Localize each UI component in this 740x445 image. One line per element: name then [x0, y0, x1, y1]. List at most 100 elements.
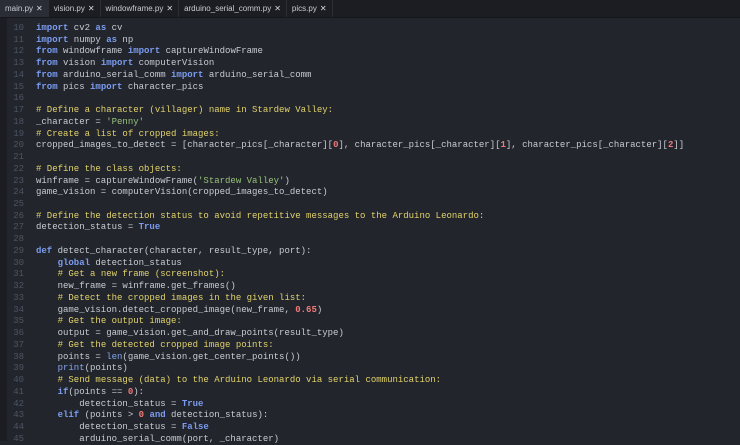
code-line: 15 from pics import character_pics — [0, 82, 740, 94]
code-token: global — [57, 257, 91, 268]
tab-windowframe-py[interactable]: windowframe.py ✕ — [101, 0, 180, 17]
line-number: 20 — [13, 140, 24, 151]
close-icon[interactable]: ✕ — [274, 4, 281, 13]
code-token: # Detect the cropped images in the given… — [57, 292, 307, 303]
code-line: 19 # Create a list of cropped images: — [0, 129, 740, 141]
close-icon[interactable]: ✕ — [166, 4, 173, 13]
line-number: 19 — [13, 128, 24, 139]
code-text: cropped_images_to_detect = [character_pi… — [24, 140, 684, 152]
code-token: detection_status — [90, 257, 182, 268]
code-token: 'Penny' — [106, 116, 145, 127]
code-token: True — [181, 398, 204, 409]
line-number: 17 — [13, 105, 24, 116]
code-token: 'Stardew Valley' — [198, 175, 285, 186]
code-token: ) — [316, 304, 323, 315]
tab-pics-py[interactable]: pics.py ✕ — [287, 0, 333, 17]
code-token: elif — [57, 410, 80, 421]
code-token: winframe = captureWindowFrame( — [36, 175, 199, 186]
line-number: 16 — [13, 93, 24, 104]
code-token: True — [138, 222, 161, 233]
line-number: 43 — [13, 410, 24, 421]
code-token: windowframe — [57, 46, 128, 57]
code-text: # Define the detection status to avoid r… — [24, 211, 484, 223]
code-line: 14 from arduino_serial_comm import arduin… — [0, 70, 740, 82]
line-number: 29 — [13, 245, 24, 256]
code-text: import cv2 as cv — [24, 23, 122, 35]
tab-label: arduino_serial_comm.py — [184, 4, 272, 13]
code-text: # Define a character (villager) name in … — [24, 105, 333, 117]
code-text: from pics import character_pics — [24, 82, 203, 94]
code-token: arduino_serial_comm — [203, 69, 312, 80]
tab-label: main.py — [5, 4, 34, 13]
code-token: and — [149, 410, 166, 421]
code-token: print — [57, 363, 85, 374]
code-text: elif (points > 0 and detection_status): — [24, 410, 269, 422]
tab-vision-py[interactable]: vision.py ✕ — [49, 0, 101, 17]
code-line: 40 # Send message (data) to the Arduino … — [0, 375, 740, 387]
code-text: game_vision.detect_cropped_image(new_fra… — [24, 304, 323, 317]
code-line: 13 from vision import computerVision — [0, 58, 740, 70]
code-token: from — [36, 81, 58, 92]
code-line: 30 global detection_status — [0, 258, 740, 270]
line-number: 15 — [13, 81, 24, 92]
code-token: np — [117, 34, 134, 45]
line-number: 24 — [13, 187, 24, 198]
line-number: 30 — [13, 257, 24, 268]
line-number: 14 — [13, 69, 24, 80]
code-token: game_vision = computerVision(cropped_ima… — [36, 187, 328, 198]
code-text: # Define the class objects: — [24, 164, 182, 176]
line-number: 27 — [13, 222, 24, 233]
line-number: 32 — [13, 281, 24, 292]
code-line: 25 — [0, 199, 740, 211]
code-text: detection_status = False — [24, 422, 209, 434]
code-line: 23 winframe = captureWindowFrame('Stardew… — [0, 176, 740, 188]
code-token: (points > — [79, 410, 139, 421]
close-icon[interactable]: ✕ — [88, 4, 95, 13]
code-token: len — [106, 351, 123, 362]
code-token: new_frame = winframe.get_frames() — [36, 281, 236, 292]
code-token: cv — [106, 23, 123, 33]
editor-tab-bar: main.py ✕ vision.py ✕ windowframe.py ✕ arduino… — [0, 0, 740, 18]
code-text: # Send message (data) to the Arduino Leo… — [24, 375, 441, 387]
code-text: new_frame = winframe.get_frames() — [24, 281, 236, 293]
code-token: detect_character(character, result_type,… — [52, 245, 312, 256]
line-number: 23 — [13, 175, 24, 186]
code-token: game_vision.detect_cropped_image(new_fra… — [36, 304, 296, 315]
line-number: 36 — [13, 328, 24, 339]
code-token: # Define a character (villager) name in … — [36, 105, 334, 116]
code-line: 27 detection_status = True — [0, 222, 740, 234]
tab-main-py[interactable]: main.py ✕ — [0, 0, 49, 17]
close-icon[interactable]: ✕ — [36, 4, 43, 13]
code-token: (points) — [84, 363, 128, 374]
code-token: detection_status = — [36, 421, 182, 432]
code-token: character_pics — [122, 81, 204, 92]
code-text: global detection_status — [24, 258, 182, 270]
line-number: 38 — [13, 351, 24, 362]
code-token: def — [36, 245, 53, 256]
code-line: 20 cropped_images_to_detect = [character_… — [0, 140, 740, 152]
line-number: 13 — [13, 58, 24, 69]
tab-arduino_serial_comm-py[interactable]: arduino_serial_comm.py ✕ — [179, 0, 287, 17]
code-token: # Create a list of cropped images: — [36, 128, 220, 139]
code-token: cropped_images_to_detect = [character_pi… — [36, 140, 334, 151]
code-token: ]] — [673, 140, 685, 151]
code-token: import — [127, 46, 161, 57]
code-editor[interactable]: 10 import cv2 as cv 11 import numpy as np 12… — [0, 23, 740, 445]
code-token: ], character_pics[_character][ — [338, 140, 501, 151]
code-token: ], character_pics[_character][ — [505, 140, 668, 151]
code-text: points = len(game_vision.get_center_poin… — [24, 352, 301, 364]
line-number: 39 — [13, 363, 24, 374]
close-icon[interactable]: ✕ — [320, 4, 327, 13]
line-number: 44 — [13, 421, 24, 432]
code-token: arduino_serial_comm — [57, 69, 172, 80]
line-number: 18 — [13, 116, 24, 127]
code-token: import — [36, 34, 69, 45]
code-text: winframe = captureWindowFrame('Stardew V… — [24, 176, 290, 188]
